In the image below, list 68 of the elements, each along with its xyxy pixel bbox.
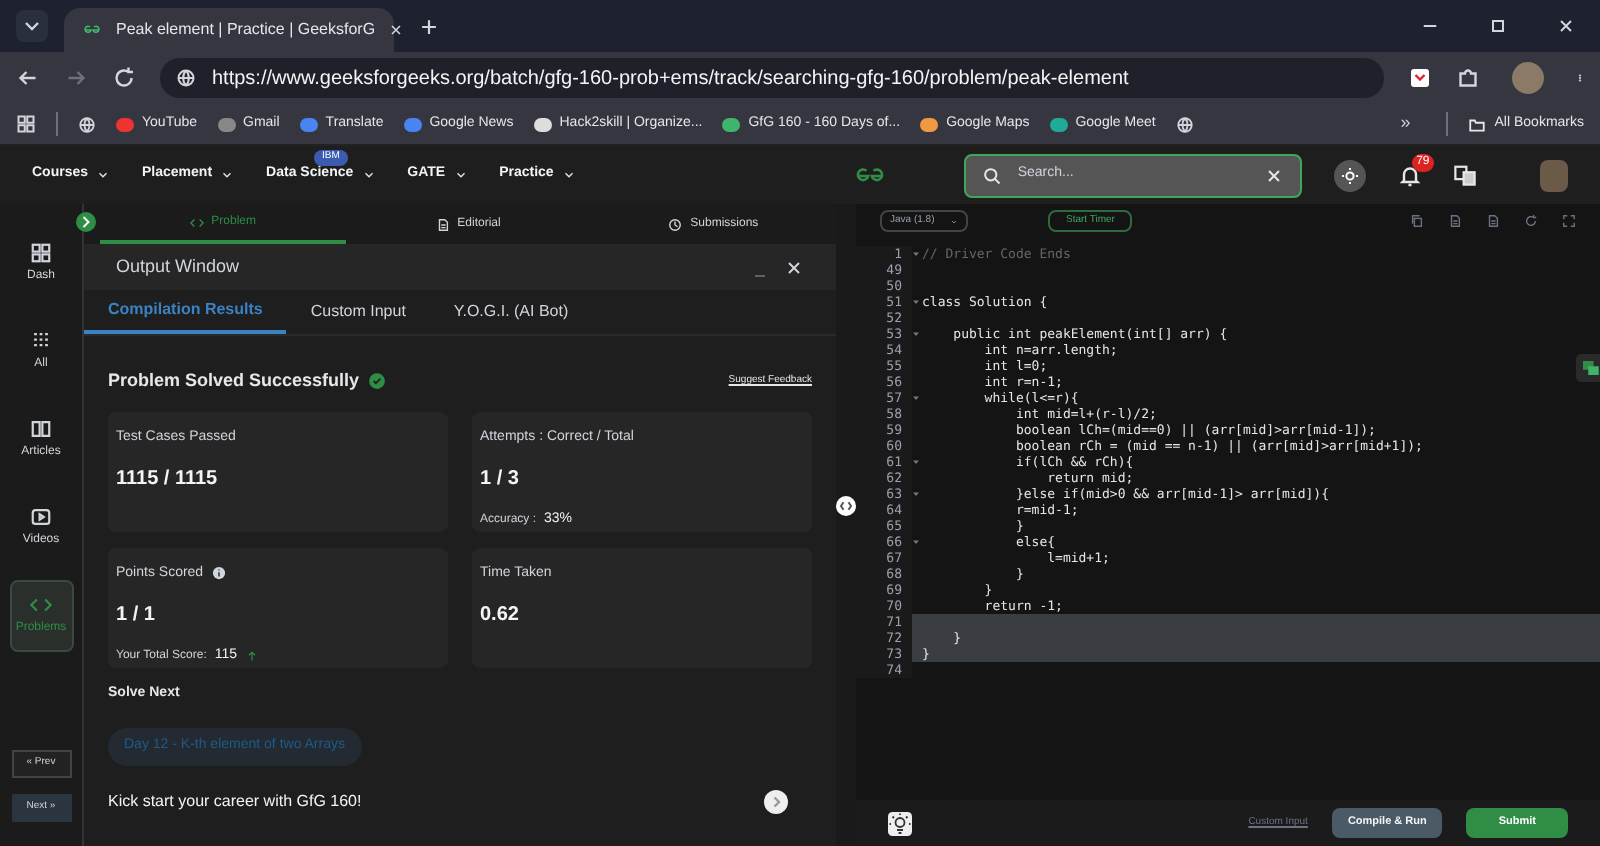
- fold-arrow-icon[interactable]: [912, 458, 920, 466]
- output-window-title: Output Window: [116, 253, 240, 280]
- card-value: 1115 / 1115: [116, 466, 220, 494]
- close-icon[interactable]: [1556, 16, 1576, 36]
- output-tab[interactable]: Custom Input: [286, 290, 430, 334]
- chevron-down-icon: [361, 168, 376, 182]
- card-value: 1 / 3: [480, 466, 521, 494]
- up-arrow-icon: [245, 650, 258, 663]
- card-value: 1 / 1: [116, 602, 157, 630]
- reset-icon[interactable]: [1524, 214, 1538, 228]
- document-icon[interactable]: [1486, 214, 1500, 228]
- tab-list-icon[interactable]: [16, 10, 48, 42]
- bookmark-favicon: [1049, 117, 1068, 131]
- globe-icon[interactable]: [1175, 115, 1194, 133]
- clear-icon[interactable]: [1264, 165, 1285, 185]
- logo-icon: [80, 22, 104, 38]
- forward-icon[interactable]: [64, 66, 88, 90]
- chevron-down-icon: [96, 168, 111, 182]
- status-message: Problem Solved Successfully: [108, 368, 360, 394]
- bookmark-favicon: [533, 117, 552, 131]
- extensions-icon[interactable]: [1456, 66, 1480, 90]
- back-icon[interactable]: [16, 66, 40, 90]
- card-value: 0.62: [480, 602, 521, 630]
- bookmark-favicon: [217, 117, 236, 131]
- profile-avatar[interactable]: [1512, 62, 1544, 94]
- output-tab[interactable]: Compilation Results: [84, 290, 287, 334]
- fold-arrow-icon[interactable]: [912, 490, 920, 498]
- bookmark-favicon: [299, 117, 318, 131]
- new-tab-icon[interactable]: [418, 15, 440, 37]
- bookmark-favicon: [116, 117, 134, 131]
- chevron-down-icon: [220, 168, 235, 182]
- search-icon: [981, 165, 1002, 185]
- fold-arrow-icon[interactable]: [912, 394, 920, 402]
- bookmark-favicon: [722, 117, 741, 131]
- globe-icon[interactable]: [78, 115, 96, 133]
- fold-arrow-icon[interactable]: [912, 330, 920, 338]
- site-info-icon[interactable]: [176, 68, 196, 88]
- url-text: https://www.geeksforgeeks.org/batch/gfg-160-prob+ems/track/searching-gfg-160/problem/peak-element: [212, 65, 1129, 93]
- reload-icon[interactable]: [112, 66, 136, 90]
- profile-avatar[interactable]: [1540, 159, 1568, 191]
- fold-arrow-icon[interactable]: [912, 538, 920, 546]
- lightbulb-icon[interactable]: [888, 811, 912, 835]
- fold-arrow-icon[interactable]: [912, 250, 920, 258]
- resize-handle-icon[interactable]: [836, 496, 856, 516]
- chat-icon[interactable]: [1576, 354, 1600, 382]
- tab-title: Peak element | Practice | GeeksforG: [116, 18, 376, 42]
- fold-arrow-icon[interactable]: [912, 298, 920, 306]
- theme-toggle-icon[interactable]: [1334, 159, 1367, 191]
- more-bookmarks-button[interactable]: »: [1400, 110, 1411, 138]
- bookmark-favicon: [920, 117, 939, 131]
- close-icon[interactable]: [784, 257, 804, 277]
- check-icon: [367, 372, 386, 391]
- file-icon[interactable]: [1448, 214, 1462, 228]
- address-bar[interactable]: https://www.geeksforgeeks.org/batch/gfg-160-prob+ems/track/searching-gfg-160/problem/peak-element: [160, 58, 1384, 98]
- info-icon[interactable]: [211, 566, 226, 581]
- apps-icon[interactable]: [16, 114, 36, 134]
- output-tab[interactable]: Y.O.G.I. (AI Bot): [429, 290, 593, 334]
- chevron-down-icon: [453, 168, 468, 182]
- restore-icon[interactable]: [1488, 16, 1508, 36]
- bell-icon[interactable]: [1398, 163, 1423, 187]
- copy-icon[interactable]: [1410, 214, 1424, 228]
- promo-text: Kick start your career with GfG 160!: [108, 789, 362, 813]
- close-icon[interactable]: [387, 22, 404, 38]
- expand-arrow-icon[interactable]: [76, 212, 96, 232]
- chevron-down-icon: [561, 168, 576, 182]
- fullscreen-icon[interactable]: [1562, 214, 1576, 228]
- bookmark-favicon: [403, 117, 422, 131]
- folder-icon: [1468, 115, 1487, 133]
